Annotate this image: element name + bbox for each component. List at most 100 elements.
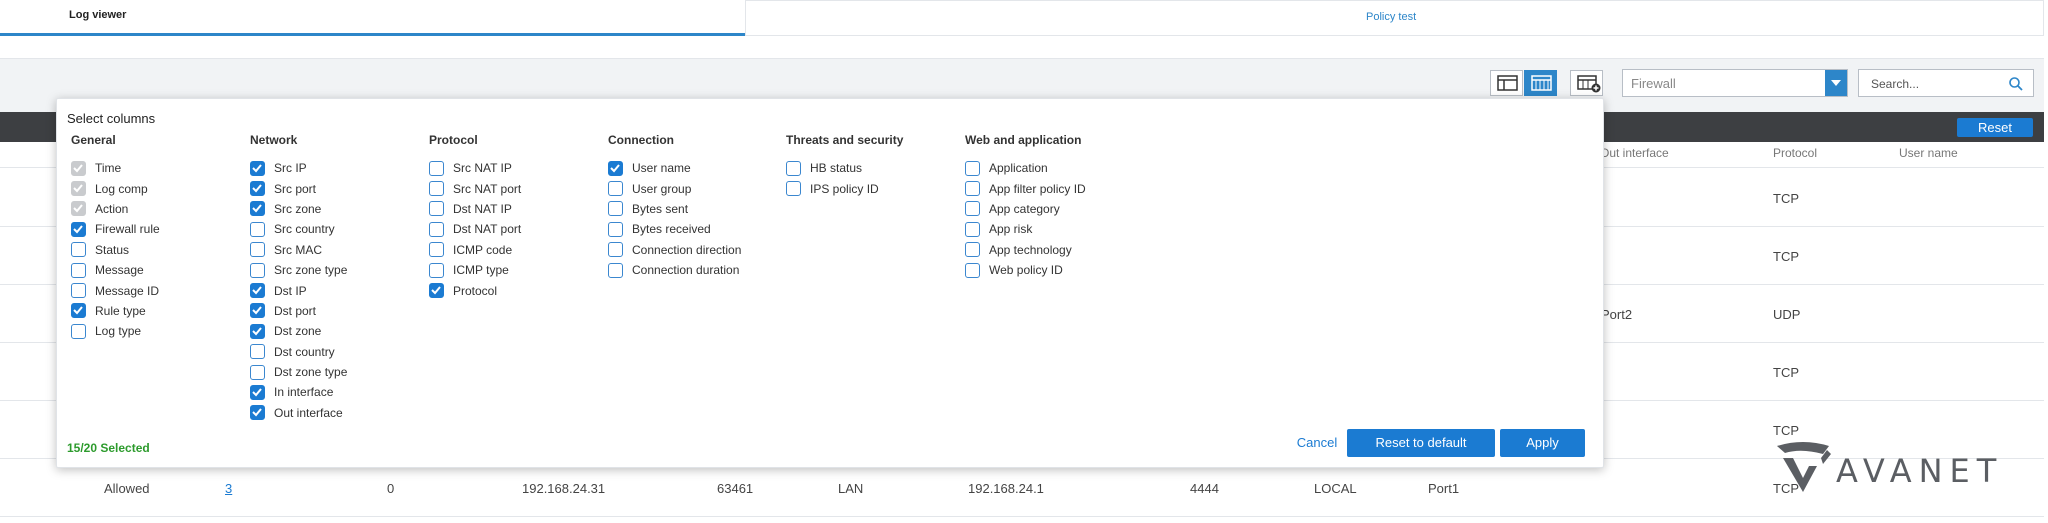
column-option-src-nat-port[interactable]: Src NAT port bbox=[429, 178, 521, 198]
checkbox[interactable] bbox=[965, 262, 980, 278]
column-option-src-zone-type[interactable]: Src zone type bbox=[250, 260, 347, 280]
column-option-user-group[interactable]: User group bbox=[608, 178, 741, 198]
log-type-select[interactable]: Firewall bbox=[1622, 69, 1848, 97]
column-settings-button[interactable] bbox=[1570, 70, 1603, 96]
checkbox[interactable] bbox=[608, 201, 623, 217]
checkbox[interactable] bbox=[786, 181, 801, 197]
column-option-src-nat-ip[interactable]: Src NAT IP bbox=[429, 158, 521, 178]
column-option-dst-nat-port[interactable]: Dst NAT port bbox=[429, 219, 521, 239]
group-title: Connection bbox=[608, 133, 674, 147]
column-option-src-zone[interactable]: Src zone bbox=[250, 199, 347, 219]
column-header-protocol[interactable]: Protocol bbox=[1773, 146, 1817, 160]
checkbox[interactable] bbox=[250, 344, 265, 360]
checkbox[interactable] bbox=[965, 201, 980, 217]
view-grid-button[interactable] bbox=[1524, 70, 1557, 96]
checkbox[interactable] bbox=[250, 201, 265, 217]
column-option-ips-policy-id[interactable]: IPS policy ID bbox=[786, 178, 903, 198]
column-option-src-country[interactable]: Src country bbox=[250, 219, 347, 239]
column-option-dst-zone-type[interactable]: Dst zone type bbox=[250, 362, 347, 382]
checkbox[interactable] bbox=[965, 181, 980, 197]
checkbox[interactable] bbox=[608, 242, 623, 258]
checkbox[interactable] bbox=[71, 221, 86, 237]
tab-policy-test[interactable]: Policy test bbox=[745, 0, 2044, 36]
search-icon[interactable] bbox=[2009, 77, 2023, 91]
column-option-src-port[interactable]: Src port bbox=[250, 178, 347, 198]
column-option-app-filter-policy-id[interactable]: App filter policy ID bbox=[965, 178, 1086, 198]
option-label: Protocol bbox=[453, 283, 498, 298]
column-option-icmp-code[interactable]: ICMP code bbox=[429, 240, 521, 260]
checkbox[interactable] bbox=[250, 242, 265, 258]
column-option-in-interface[interactable]: In interface bbox=[250, 382, 347, 402]
checkbox[interactable] bbox=[429, 242, 444, 258]
checkbox[interactable] bbox=[250, 364, 265, 380]
column-option-protocol[interactable]: Protocol bbox=[429, 280, 521, 300]
column-option-hb-status[interactable]: HB status bbox=[786, 158, 903, 178]
column-option-dst-zone[interactable]: Dst zone bbox=[250, 321, 347, 341]
column-option-app-technology[interactable]: App technology bbox=[965, 240, 1086, 260]
checkbox[interactable] bbox=[965, 160, 980, 176]
column-option-web-policy-id[interactable]: Web policy ID bbox=[965, 260, 1086, 280]
checkbox[interactable] bbox=[250, 323, 265, 339]
view-detailed-button[interactable] bbox=[1490, 70, 1523, 96]
column-option-app-risk[interactable]: App risk bbox=[965, 219, 1086, 239]
checkbox[interactable] bbox=[608, 181, 623, 197]
checkbox[interactable] bbox=[71, 303, 86, 319]
column-header-out-interface[interactable]: Out interface bbox=[1600, 146, 1669, 160]
column-option-dst-ip[interactable]: Dst IP bbox=[250, 280, 347, 300]
column-option-user-name[interactable]: User name bbox=[608, 158, 741, 178]
column-option-log-type[interactable]: Log type bbox=[71, 321, 160, 341]
reset-button[interactable]: Reset bbox=[1957, 118, 2033, 137]
search-input[interactable]: Search... bbox=[1858, 69, 2034, 97]
checkbox[interactable] bbox=[250, 181, 265, 197]
column-option-connection-direction[interactable]: Connection direction bbox=[608, 240, 741, 260]
checkbox[interactable] bbox=[429, 262, 444, 278]
column-option-firewall-rule[interactable]: Firewall rule bbox=[71, 219, 160, 239]
cell-firewall-rule-link[interactable]: 3 bbox=[225, 481, 232, 496]
checkbox[interactable] bbox=[429, 283, 444, 299]
cancel-button[interactable]: Cancel bbox=[1289, 429, 1345, 457]
column-option-dst-nat-ip[interactable]: Dst NAT IP bbox=[429, 199, 521, 219]
checkbox[interactable] bbox=[608, 262, 623, 278]
column-option-icmp-type[interactable]: ICMP type bbox=[429, 260, 521, 280]
apply-button[interactable]: Apply bbox=[1500, 429, 1585, 457]
column-option-rule-type[interactable]: Rule type bbox=[71, 301, 160, 321]
reset-to-default-button[interactable]: Reset to default bbox=[1347, 429, 1495, 457]
checkbox[interactable] bbox=[429, 221, 444, 237]
checkbox[interactable] bbox=[429, 201, 444, 217]
column-option-connection-duration[interactable]: Connection duration bbox=[608, 260, 741, 280]
column-option-status[interactable]: Status bbox=[71, 240, 160, 260]
checkbox[interactable] bbox=[71, 262, 86, 278]
dropdown-arrow[interactable] bbox=[1825, 70, 1847, 96]
checkbox[interactable] bbox=[608, 221, 623, 237]
checkbox[interactable] bbox=[250, 303, 265, 319]
checkbox[interactable] bbox=[429, 181, 444, 197]
checkbox[interactable] bbox=[250, 221, 265, 237]
checkbox[interactable] bbox=[71, 323, 86, 339]
column-option-bytes-received[interactable]: Bytes received bbox=[608, 219, 741, 239]
checkbox[interactable] bbox=[250, 405, 265, 421]
column-option-application[interactable]: Application bbox=[965, 158, 1086, 178]
column-header-user-name[interactable]: User name bbox=[1899, 146, 1958, 160]
column-option-message[interactable]: Message bbox=[71, 260, 160, 280]
checkbox[interactable] bbox=[429, 160, 444, 176]
checkbox[interactable] bbox=[250, 283, 265, 299]
checkbox[interactable] bbox=[786, 160, 801, 176]
column-option-message-id[interactable]: Message ID bbox=[71, 280, 160, 300]
checkbox[interactable] bbox=[250, 262, 265, 278]
column-option-app-category[interactable]: App category bbox=[965, 199, 1086, 219]
column-option-dst-country[interactable]: Dst country bbox=[250, 342, 347, 362]
column-option-bytes-sent[interactable]: Bytes sent bbox=[608, 199, 741, 219]
group-title: Network bbox=[250, 133, 298, 147]
checkbox[interactable] bbox=[71, 283, 86, 299]
checkbox[interactable] bbox=[250, 160, 265, 176]
checkbox[interactable] bbox=[965, 242, 980, 258]
checkbox[interactable] bbox=[250, 384, 265, 400]
column-option-dst-port[interactable]: Dst port bbox=[250, 301, 347, 321]
column-option-src-mac[interactable]: Src MAC bbox=[250, 240, 347, 260]
checkbox[interactable] bbox=[71, 242, 86, 258]
checkbox[interactable] bbox=[965, 221, 980, 237]
tab-log-viewer[interactable]: Log viewer bbox=[0, 0, 745, 36]
checkbox[interactable] bbox=[608, 160, 623, 176]
column-option-src-ip[interactable]: Src IP bbox=[250, 158, 347, 178]
column-option-out-interface[interactable]: Out interface bbox=[250, 403, 347, 423]
